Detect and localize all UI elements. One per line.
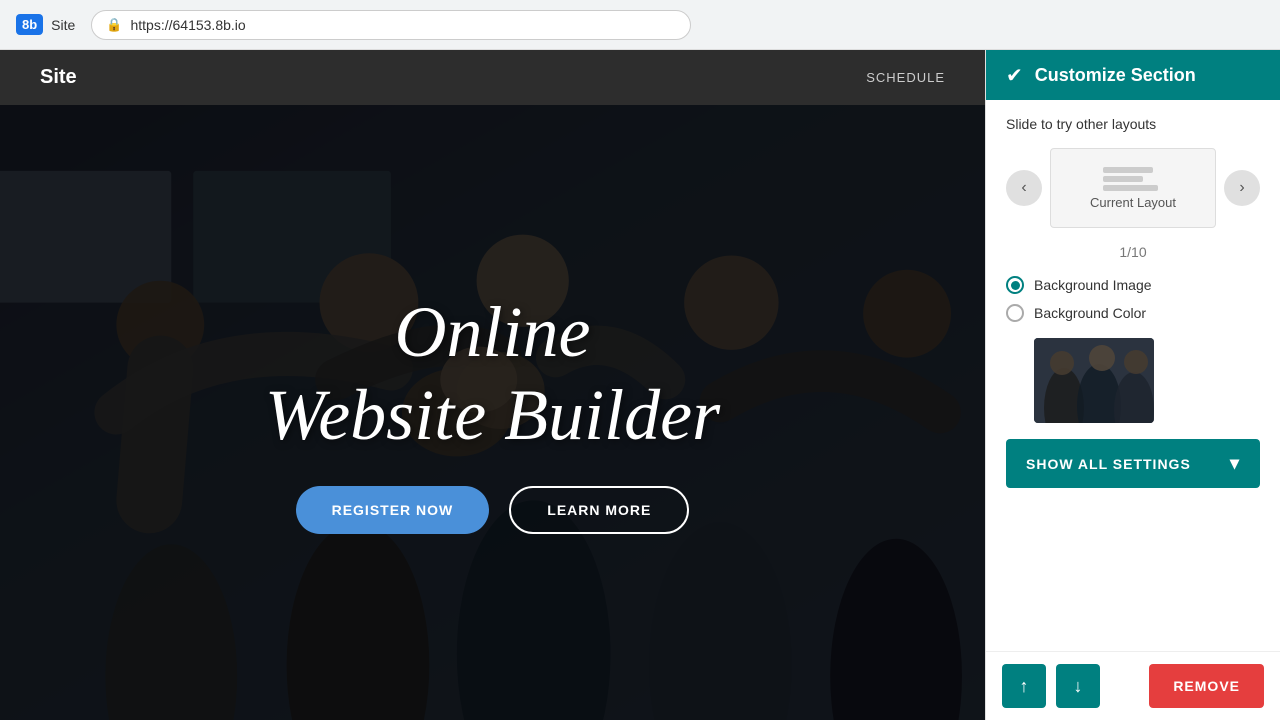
browser-logo: 8b Site [16, 14, 75, 35]
hero-title: Online Website Builder [265, 291, 720, 457]
radio-circle-image [1006, 276, 1024, 294]
layout-preview: Current Layout [1050, 148, 1216, 228]
panel-footer: ↑ ↓ REMOVE [986, 651, 1280, 720]
url-text: https://64153.8b.io [130, 17, 245, 33]
panel-header: ✔ Customize Section [986, 50, 1280, 100]
layout-lines [1103, 167, 1163, 191]
layout-label: Current Layout [1090, 195, 1176, 210]
tab-label: Site [51, 17, 75, 33]
check-icon: ✔ [1006, 63, 1023, 88]
layout-carousel: ‹ Current Layout › [1006, 148, 1260, 228]
bg-image-thumb [1034, 338, 1154, 423]
logo-8b: 8b [16, 14, 43, 35]
bg-color-label: Background Color [1034, 305, 1146, 321]
hero-content: Online Website Builder REGISTER NOW LEAR… [0, 105, 985, 720]
move-up-button[interactable]: ↑ [1002, 664, 1046, 708]
layout-line-3 [1103, 185, 1158, 191]
bg-image-label: Background Image [1034, 277, 1152, 293]
radio-bg-image[interactable]: Background Image [1006, 276, 1260, 294]
pagination: 1/10 [1006, 244, 1260, 260]
browser-bar: 8b Site 🔒 https://64153.8b.io [0, 0, 1280, 50]
remove-button[interactable]: REMOVE [1149, 664, 1264, 708]
site-nav-schedule[interactable]: SCHEDULE [866, 70, 945, 85]
site-nav-links: SCHEDULE [866, 70, 945, 85]
panel-title: Customize Section [1035, 65, 1196, 86]
move-down-button[interactable]: ↓ [1056, 664, 1100, 708]
hero-buttons: REGISTER NOW LEARN MORE [296, 486, 690, 534]
show-all-label: SHOW ALL SETTINGS [1026, 456, 1191, 472]
panel-body: Slide to try other layouts ‹ Current Lay… [986, 100, 1280, 651]
radio-group: Background Image Background Color [1006, 276, 1260, 322]
radio-circle-color [1006, 304, 1024, 322]
register-button[interactable]: REGISTER NOW [296, 486, 490, 534]
learn-more-button[interactable]: LEARN MORE [509, 486, 689, 534]
main-area: Site SCHEDULE [0, 50, 1280, 720]
customize-panel: ✔ Customize Section Slide to try other l… [985, 50, 1280, 720]
site-preview: Site SCHEDULE [0, 50, 985, 720]
show-all-settings-button[interactable]: SHOW ALL SETTINGS ▾ [1006, 439, 1260, 488]
layout-line-1 [1103, 167, 1153, 173]
site-nav-logo: Site [40, 66, 77, 89]
bg-image-preview[interactable] [1034, 338, 1154, 423]
site-nav: Site SCHEDULE [0, 50, 985, 105]
thumb-svg [1034, 338, 1154, 423]
radio-dot-image [1011, 281, 1020, 290]
layout-line-2 [1103, 176, 1143, 182]
chevron-down-icon: ▾ [1230, 453, 1240, 474]
slide-label: Slide to try other layouts [1006, 116, 1260, 132]
lock-icon: 🔒 [106, 17, 122, 33]
address-bar[interactable]: 🔒 https://64153.8b.io [91, 10, 691, 40]
carousel-next[interactable]: › [1224, 170, 1260, 206]
hero-section: Online Website Builder REGISTER NOW LEAR… [0, 105, 985, 720]
radio-bg-color[interactable]: Background Color [1006, 304, 1260, 322]
carousel-prev[interactable]: ‹ [1006, 170, 1042, 206]
